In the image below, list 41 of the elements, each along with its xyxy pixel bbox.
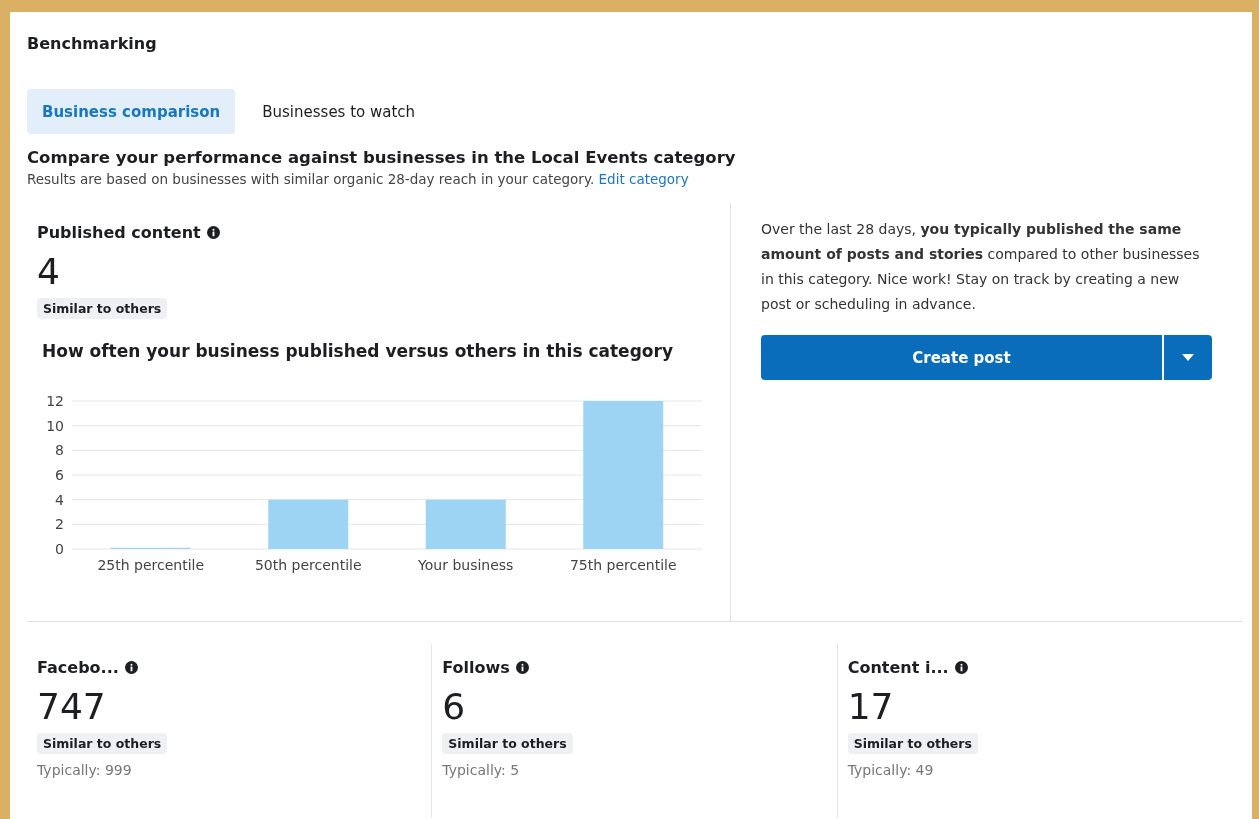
metric-value: 6 [442,685,467,729]
metric-value: 4 [37,250,61,294]
info-icon[interactable] [954,661,968,674]
y-tick-label: 2 [55,516,64,533]
y-tick-label: 4 [55,491,64,508]
status-badge: Similar to others [847,733,978,754]
y-tick-label: 0 [55,541,64,557]
caret-icon [1182,354,1194,361]
x-category-label: Your business [418,557,514,573]
chart-title: How often your business published versus others in this category [42,341,674,361]
metric-label: Published content [37,223,201,242]
typical-value: Typically: 49 [847,762,935,778]
x-category-label: 25th percentile [97,557,205,573]
x-category-label: 50th percentile [254,557,362,573]
status-badge: Similar to others [442,733,573,754]
status-badge: Similar to others [37,298,168,319]
status-badge: Similar to others [37,733,168,754]
metric-label: Facebo... [37,658,119,677]
metric-label: Content i... [847,658,949,677]
x-category-label: 75th percentile [569,557,677,573]
info-icon[interactable] [206,226,220,239]
tab[interactable]: Businesses to watch [247,89,431,134]
create-post-button[interactable]: Create post [761,335,1162,380]
advice-text: Over the last 28 days, you typically published the same amount of posts and stories compared to other businesses in this category. Nice work! Stay on track by creating a new post or scheduling in advance. [761,220,1201,314]
y-tick-label: 8 [55,442,64,459]
page-title: Benchmarking [27,34,158,53]
tab[interactable]: Business comparison [27,89,236,134]
metric-value: 17 [847,685,895,729]
section-heading: Compare your performance against businesses in the Local Events category [27,148,737,167]
y-tick-label: 6 [55,467,64,483]
info-icon[interactable] [124,661,138,674]
y-tick-label: 12 [46,393,64,409]
description: Results are based on businesses with similar organic 28-day reach in your category. [27,171,595,187]
info-icon[interactable] [515,661,529,674]
typical-value: Typically: 5 [442,762,521,778]
metric-value: 747 [37,685,107,729]
typical-value: Typically: 999 [37,762,133,778]
metric-label: Follows [442,658,510,677]
dropdown-button[interactable] [1162,335,1212,380]
edit-category-link[interactable]: Edit category [598,171,689,187]
y-tick-label: 10 [46,417,64,434]
